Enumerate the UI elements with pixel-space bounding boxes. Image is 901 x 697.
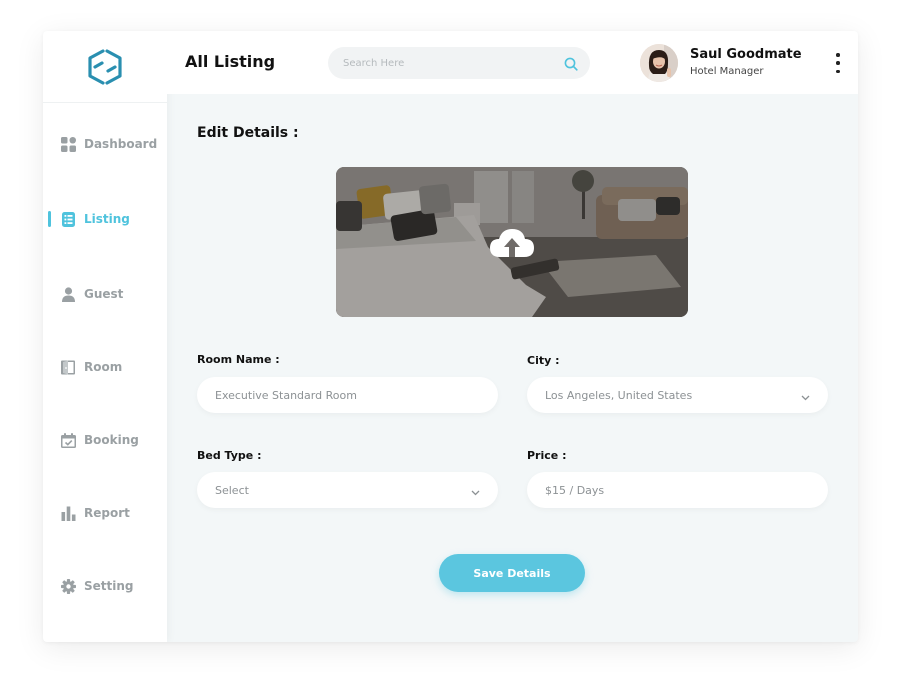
bed-type-select[interactable]: Select — [197, 472, 498, 508]
avatar[interactable] — [640, 44, 678, 82]
price-input[interactable]: $15 / Days — [527, 472, 828, 508]
sidebar-item-label: Listing — [84, 212, 130, 226]
list-icon — [61, 211, 76, 227]
sidebar-item-booking[interactable]: Booking — [43, 428, 167, 452]
sidebar-item-guest[interactable]: Guest — [43, 282, 167, 306]
top-header: All Listing Saul Goodmate Hotel Manager — [167, 31, 858, 94]
search-bar[interactable] — [328, 47, 590, 79]
room-photo-upload[interactable] — [336, 167, 688, 317]
sidebar-item-label: Setting — [84, 579, 134, 593]
avatar-image — [640, 44, 678, 82]
sidebar-item-report[interactable]: Report — [43, 501, 167, 525]
price-value: $15 / Days — [545, 483, 605, 497]
city-label: City : — [527, 354, 560, 367]
search-input[interactable] — [343, 57, 543, 69]
app-logo[interactable] — [43, 31, 167, 103]
calendar-icon — [61, 432, 76, 448]
room-name-value: Executive Standard Room — [215, 388, 357, 402]
section-title: Edit Details : — [197, 125, 299, 141]
person-icon — [61, 286, 76, 302]
more-options-icon[interactable] — [835, 53, 841, 73]
sidebar-item-room[interactable]: Room — [43, 355, 167, 379]
sidebar-item-label: Report — [84, 506, 130, 520]
city-value: Los Angeles, United States — [545, 388, 693, 402]
grid-icon — [61, 136, 76, 152]
room-name-label: Room Name : — [197, 353, 280, 366]
price-label: Price : — [527, 449, 567, 462]
app-window: Dashboard Listing Guest Room Booking Rep… — [43, 31, 858, 642]
user-name: Saul Goodmate — [690, 47, 802, 62]
sidebar-item-label: Dashboard — [84, 137, 158, 151]
room-name-input[interactable]: Executive Standard Room — [197, 377, 498, 413]
sidebar-item-label: Booking — [84, 433, 139, 447]
chevron-down-icon — [801, 391, 810, 404]
bar-chart-icon — [61, 506, 76, 521]
search-icon[interactable] — [564, 56, 578, 75]
room-photo — [336, 167, 688, 317]
door-icon — [61, 360, 76, 375]
save-details-button[interactable]: Save Details — [439, 554, 585, 592]
gear-icon — [61, 578, 76, 594]
sidebar-item-label: Room — [84, 360, 123, 374]
city-select[interactable]: Los Angeles, United States — [527, 377, 828, 413]
bed-type-value: Select — [215, 483, 249, 497]
bed-type-label: Bed Type : — [197, 449, 262, 462]
sidebar-item-dashboard[interactable]: Dashboard — [43, 132, 167, 156]
sidebar-item-setting[interactable]: Setting — [43, 574, 167, 598]
user-role: Hotel Manager — [690, 66, 764, 77]
logo-icon — [88, 48, 122, 85]
sidebar-item-listing[interactable]: Listing — [43, 207, 167, 231]
page-title: All Listing — [185, 52, 276, 71]
chevron-down-icon — [471, 486, 480, 499]
sidebar-item-label: Guest — [84, 287, 124, 301]
sidebar: Dashboard Listing Guest Room Booking Rep… — [43, 31, 167, 642]
